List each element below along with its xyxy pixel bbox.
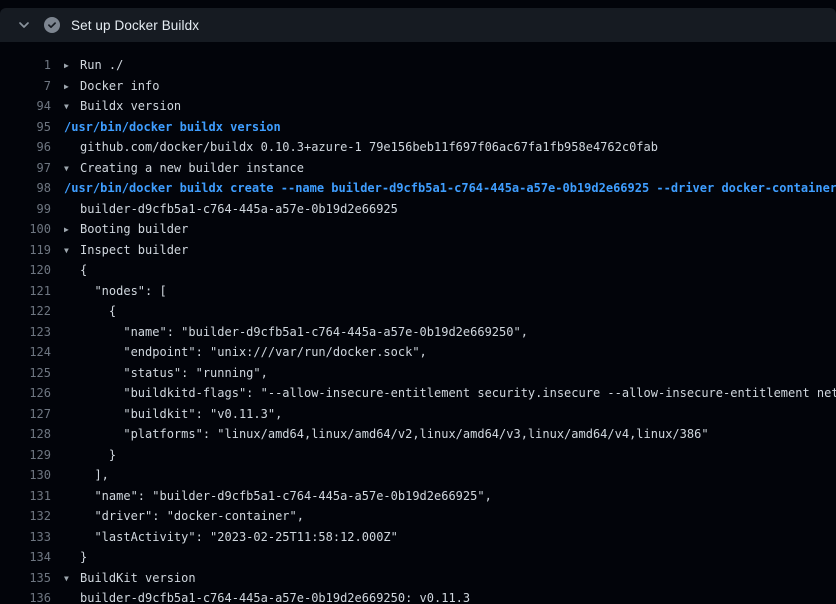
log-line: 134 } — [0, 547, 836, 568]
line-number[interactable]: 121 — [0, 281, 51, 302]
line-number[interactable]: 133 — [0, 527, 51, 548]
log-line[interactable]: 100 ▶Booting builder — [0, 219, 836, 240]
log-line: 96 github.com/docker/buildx 0.10.3+azure… — [0, 137, 836, 158]
log-text: "endpoint": "unix:///var/run/docker.sock… — [64, 342, 427, 363]
log-line: 124 "endpoint": "unix:///var/run/docker.… — [0, 342, 836, 363]
group-expanded-icon[interactable]: ▼ — [64, 241, 80, 261]
log-line: 132 "driver": "docker-container", — [0, 506, 836, 527]
line-number[interactable]: 135 — [0, 568, 51, 589]
log-text: ▶Run ./ — [64, 55, 123, 76]
log-line: 136 builder-d9cfb5a1-c764-445a-a57e-0b19… — [0, 588, 836, 604]
log-text: builder-d9cfb5a1-c764-445a-a57e-0b19d2e6… — [64, 588, 470, 604]
group-expanded-icon[interactable]: ▼ — [64, 97, 80, 117]
log-line: 133 "lastActivity": "2023-02-25T11:58:12… — [0, 527, 836, 548]
log-text: "buildkit": "v0.11.3", — [64, 404, 282, 425]
log-output: 1 ▶Run ./ 7 ▶Docker info 94 ▼Buildx vers… — [0, 42, 836, 604]
log-line[interactable]: 97 ▼Creating a new builder instance — [0, 158, 836, 179]
log-text: { — [64, 260, 87, 281]
log-line: 125 "status": "running", — [0, 363, 836, 384]
log-text: } — [64, 445, 116, 466]
step-header-setup-docker-buildx[interactable]: Set up Docker Buildx — [0, 8, 836, 42]
line-number[interactable]: 98 — [0, 178, 51, 199]
log-text: github.com/docker/buildx 0.10.3+azure-1 … — [64, 137, 658, 158]
log-text: ▼Creating a new builder instance — [64, 158, 304, 179]
line-number[interactable]: 1 — [0, 55, 51, 76]
log-line[interactable]: 94 ▼Buildx version — [0, 96, 836, 117]
line-number[interactable]: 94 — [0, 96, 51, 117]
log-line: 131 "name": "builder-d9cfb5a1-c764-445a-… — [0, 486, 836, 507]
log-text: ▼Inspect builder — [64, 240, 188, 261]
log-line: 130 ], — [0, 465, 836, 486]
line-number[interactable]: 130 — [0, 465, 51, 486]
step-title: Set up Docker Buildx — [71, 18, 199, 33]
line-number[interactable]: 129 — [0, 445, 51, 466]
log-line: 122 { — [0, 301, 836, 322]
log-text: ▼BuildKit version — [64, 568, 196, 589]
line-number[interactable]: 136 — [0, 588, 51, 604]
line-number[interactable]: 131 — [0, 486, 51, 507]
group-collapsed-icon[interactable]: ▶ — [64, 220, 80, 240]
line-number[interactable]: 120 — [0, 260, 51, 281]
log-text: ▼Buildx version — [64, 96, 181, 117]
group-collapsed-icon[interactable]: ▶ — [64, 77, 80, 97]
log-line[interactable]: 119 ▼Inspect builder — [0, 240, 836, 261]
log-text: "lastActivity": "2023-02-25T11:58:12.000… — [64, 527, 398, 548]
log-text: "platforms": "linux/amd64,linux/amd64/v2… — [64, 424, 709, 445]
line-number[interactable]: 99 — [0, 199, 51, 220]
check-circle-icon — [44, 17, 60, 33]
log-line: 126 "buildkitd-flags": "--allow-insecure… — [0, 383, 836, 404]
group-expanded-icon[interactable]: ▼ — [64, 569, 80, 589]
line-number[interactable]: 119 — [0, 240, 51, 261]
log-line: 99 builder-d9cfb5a1-c764-445a-a57e-0b19d… — [0, 199, 836, 220]
line-number[interactable]: 125 — [0, 363, 51, 384]
line-number[interactable]: 134 — [0, 547, 51, 568]
log-text: "name": "builder-d9cfb5a1-c764-445a-a57e… — [64, 486, 492, 507]
log-text: builder-d9cfb5a1-c764-445a-a57e-0b19d2e6… — [64, 199, 398, 220]
line-number[interactable]: 122 — [0, 301, 51, 322]
log-text: ], — [64, 465, 109, 486]
log-text: "name": "builder-d9cfb5a1-c764-445a-a57e… — [64, 322, 528, 343]
log-text: "status": "running", — [64, 363, 268, 384]
log-line: 123 "name": "builder-d9cfb5a1-c764-445a-… — [0, 322, 836, 343]
log-text: "nodes": [ — [64, 281, 167, 302]
log-text: "buildkitd-flags": "--allow-insecure-ent… — [64, 383, 836, 404]
log-line: 120 { — [0, 260, 836, 281]
log-text: ▶Docker info — [64, 76, 159, 97]
line-number[interactable]: 127 — [0, 404, 51, 425]
chevron-down-icon[interactable] — [16, 17, 32, 33]
log-line[interactable]: 7 ▶Docker info — [0, 76, 836, 97]
log-line: 127 "buildkit": "v0.11.3", — [0, 404, 836, 425]
log-line: 129 } — [0, 445, 836, 466]
log-text: { — [64, 301, 116, 322]
log-line: 98 /usr/bin/docker buildx create --name … — [0, 178, 836, 199]
log-line: 121 "nodes": [ — [0, 281, 836, 302]
line-number[interactable]: 126 — [0, 383, 51, 404]
line-number[interactable]: 124 — [0, 342, 51, 363]
log-line: 128 "platforms": "linux/amd64,linux/amd6… — [0, 424, 836, 445]
line-number[interactable]: 123 — [0, 322, 51, 343]
log-text: "driver": "docker-container", — [64, 506, 304, 527]
line-number[interactable]: 132 — [0, 506, 51, 527]
log-line[interactable]: 1 ▶Run ./ — [0, 55, 836, 76]
log-text: } — [64, 547, 87, 568]
line-number[interactable]: 95 — [0, 117, 51, 138]
log-text: ▶Booting builder — [64, 219, 188, 240]
actions-log-viewer: Set up Docker Buildx 1 ▶Run ./ 7 ▶Docker… — [0, 8, 836, 604]
group-collapsed-icon[interactable]: ▶ — [64, 56, 80, 76]
log-text: /usr/bin/docker buildx create --name bui… — [64, 178, 836, 199]
line-number[interactable]: 97 — [0, 158, 51, 179]
log-line[interactable]: 135 ▼BuildKit version — [0, 568, 836, 589]
log-text: /usr/bin/docker buildx version — [64, 117, 281, 138]
line-number[interactable]: 7 — [0, 76, 51, 97]
log-line: 95 /usr/bin/docker buildx version — [0, 117, 836, 138]
group-expanded-icon[interactable]: ▼ — [64, 159, 80, 179]
line-number[interactable]: 96 — [0, 137, 51, 158]
line-number[interactable]: 128 — [0, 424, 51, 445]
line-number[interactable]: 100 — [0, 219, 51, 240]
